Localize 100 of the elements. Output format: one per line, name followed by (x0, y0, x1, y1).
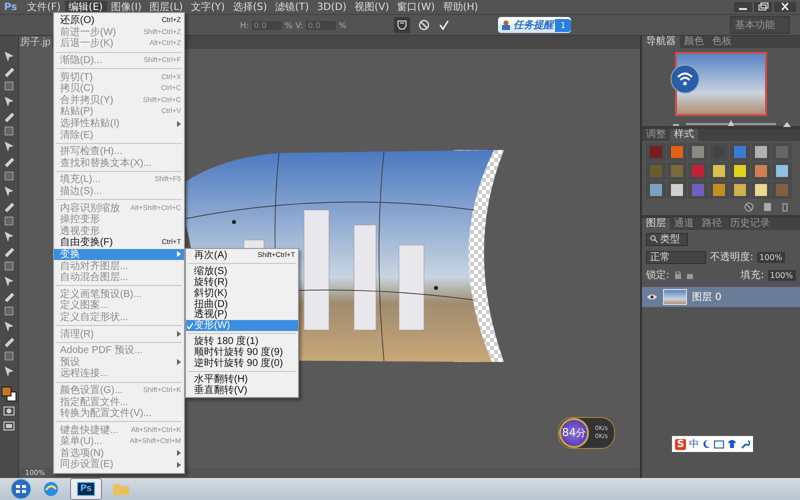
panel-tab[interactable]: 通道 (670, 218, 698, 230)
tool-icon[interactable] (3, 140, 15, 152)
style-swatch[interactable] (730, 162, 750, 180)
close-icon[interactable] (774, 2, 796, 12)
tool-icon[interactable] (3, 110, 15, 122)
tool-icon[interactable] (3, 260, 15, 272)
tool-icon[interactable] (3, 290, 15, 302)
menu-item[interactable]: 逆时针旋转 90 度(0) (186, 358, 298, 369)
menu-item[interactable]: 旋转(R) (186, 276, 298, 288)
tool-icon[interactable] (3, 185, 15, 197)
menu-bar-item[interactable]: 3D(D) (312, 0, 351, 14)
shirt-icon[interactable] (727, 439, 738, 449)
style-swatch[interactable] (772, 162, 792, 180)
style-swatch[interactable] (709, 181, 729, 199)
tool-icon[interactable] (3, 245, 15, 257)
wrench-icon[interactable] (740, 439, 750, 449)
fill-field[interactable]: 100% (768, 270, 796, 280)
style-swatch[interactable] (646, 143, 666, 161)
check-icon[interactable] (438, 19, 450, 31)
input-field[interactable]: 0.0 (306, 20, 336, 30)
style-swatch[interactable] (751, 143, 771, 161)
opacity-field[interactable]: 100% (757, 252, 786, 262)
tool-icon[interactable] (3, 275, 15, 287)
document-tab[interactable]: 房子.jp (19, 36, 52, 49)
menu-item[interactable]: 缩放(S) (186, 266, 298, 277)
tool-icon[interactable] (3, 65, 15, 77)
menu-bar-item[interactable]: 选择(S) (228, 0, 272, 14)
screen-mode-icon[interactable] (3, 420, 15, 432)
tool-icon[interactable] (3, 320, 15, 332)
workspace-dropdown[interactable]: 基本功能 (730, 16, 790, 34)
panel-tab[interactable]: 样式 (670, 129, 698, 141)
menu-bar-item[interactable]: 文件(F) (23, 0, 65, 14)
warp-mode-icon[interactable] (394, 17, 410, 33)
tool-icon[interactable] (3, 95, 15, 107)
layer-row[interactable]: 图层 0 (642, 287, 800, 307)
panel-tab[interactable]: 色板 (708, 36, 736, 48)
clear-style-icon[interactable] (744, 202, 754, 212)
style-swatch[interactable] (772, 181, 792, 199)
style-swatch[interactable] (730, 143, 750, 161)
tool-icon[interactable] (3, 170, 15, 182)
menu-item[interactable]: 透视(P) (186, 309, 298, 320)
new-style-icon[interactable] (762, 202, 772, 212)
tool-icon[interactable] (3, 200, 15, 212)
wifi-icon[interactable] (670, 64, 700, 94)
panel-tab[interactable]: 路径 (698, 218, 726, 230)
minimize-icon[interactable] (734, 2, 752, 12)
color-swatches-icon[interactable] (1, 386, 17, 402)
blend-mode-dropdown[interactable]: 正常 (646, 250, 706, 264)
task-reminder-badge[interactable]: 任务提醒 1 (498, 17, 571, 33)
style-swatch[interactable] (667, 181, 687, 199)
panel-tab[interactable]: 颜色 (680, 36, 708, 48)
style-swatch[interactable] (688, 181, 708, 199)
tool-icon[interactable] (3, 80, 15, 92)
panel-tab[interactable]: 导航器 (642, 36, 680, 48)
tool-icon[interactable] (3, 365, 15, 377)
menu-bar-item[interactable]: 视图(V) (350, 0, 394, 14)
panel-tab[interactable]: 历史记录 (726, 218, 774, 230)
menu-item[interactable]: 垂直翻转(V) (186, 384, 298, 396)
input-field[interactable]: 0.0 (252, 20, 282, 30)
tool-icon[interactable] (3, 215, 15, 227)
ime-mode[interactable]: 中 (689, 437, 700, 451)
menu-item[interactable]: 旋转 180 度(1) (186, 336, 298, 348)
menu-bar-item[interactable]: 图像(I) (106, 0, 146, 14)
menu-bar-item[interactable]: 编辑(E) (64, 0, 107, 14)
quick-mask-icon[interactable] (3, 405, 15, 417)
style-swatch[interactable] (688, 143, 708, 161)
menu-item[interactable]: 变换 (54, 248, 184, 260)
menu-item[interactable]: 变形(W) (186, 320, 298, 332)
slider-thumb[interactable] (728, 120, 734, 126)
tool-icon[interactable] (3, 230, 15, 242)
tool-icon[interactable] (3, 155, 15, 167)
style-swatch[interactable] (751, 162, 771, 180)
style-swatch[interactable] (667, 143, 687, 161)
trash-icon[interactable] (780, 202, 790, 212)
style-swatch[interactable] (730, 181, 750, 199)
restore-icon[interactable] (754, 2, 772, 12)
style-swatch[interactable] (667, 162, 687, 180)
style-swatch[interactable] (772, 143, 792, 161)
style-swatch[interactable] (646, 181, 666, 199)
tool-icon[interactable] (3, 335, 15, 347)
tool-icon[interactable] (3, 305, 15, 317)
style-swatch[interactable] (646, 162, 666, 180)
menu-bar-item[interactable]: 文字(Y) (186, 0, 229, 14)
style-swatch[interactable] (709, 162, 729, 180)
cancel-icon[interactable] (418, 19, 430, 31)
menu-bar-item[interactable]: 图层(L) (146, 0, 187, 14)
layer-filter-dropdown[interactable]: 类型 (646, 232, 688, 246)
menu-item[interactable]: 斜切(K) (186, 288, 298, 299)
moon-icon[interactable] (702, 439, 712, 449)
menu-bar-item[interactable]: 滤镜(T) (271, 0, 313, 14)
menu-item[interactable]: 顺时针旋转 90 度(9) (186, 347, 298, 358)
tool-icon[interactable] (3, 50, 15, 62)
menu-bar-item[interactable]: 窗口(W) (393, 0, 439, 14)
taskbar-app[interactable]: Ps (70, 478, 102, 500)
tool-icon[interactable] (3, 125, 15, 137)
start-button[interactable] (10, 478, 32, 500)
style-swatch[interactable] (751, 181, 771, 199)
menu-bar-item[interactable]: 帮助(H) (438, 0, 482, 14)
style-swatch[interactable] (688, 162, 708, 180)
eye-icon[interactable] (646, 293, 658, 301)
